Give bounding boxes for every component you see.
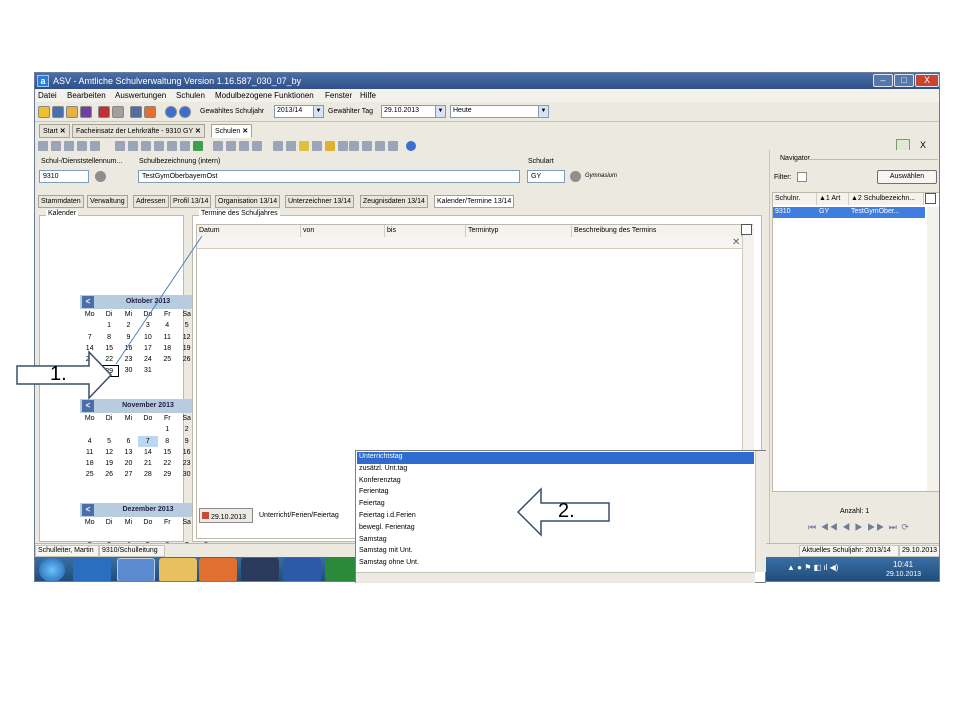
pointer-line xyxy=(115,235,203,365)
annotation-label-1: 1. xyxy=(50,363,67,385)
annotation-label-2: 2. xyxy=(558,500,575,522)
annotation-overlay xyxy=(16,235,610,537)
